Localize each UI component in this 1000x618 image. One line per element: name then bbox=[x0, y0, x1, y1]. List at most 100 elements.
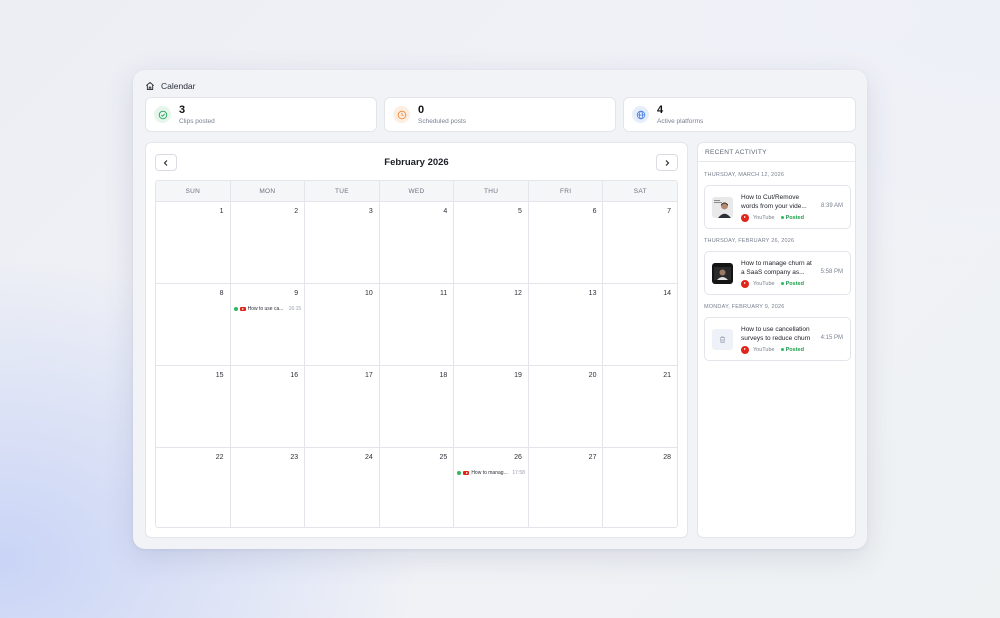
weekday-header: SUN MON TUE WED THU FRI SAT bbox=[156, 181, 677, 202]
calendar-day[interactable]: 4 bbox=[380, 202, 455, 283]
event-time: 16:15 bbox=[288, 306, 302, 312]
weekday-label: MON bbox=[231, 181, 306, 201]
day-number: 24 bbox=[364, 454, 373, 461]
prev-month-button[interactable] bbox=[155, 154, 177, 171]
calendar-window: Calendar 3 Clips posted 0 Scheduled post… bbox=[133, 70, 867, 549]
calendar-day[interactable]: 2 bbox=[231, 202, 306, 283]
calendar-day[interactable]: 17 bbox=[305, 366, 380, 447]
calendar-day[interactable]: 1 bbox=[156, 202, 231, 283]
calendar-day[interactable]: 15 bbox=[156, 366, 231, 447]
calendar-week: 1 2 3 4 5 6 7 bbox=[156, 202, 677, 284]
activity-date: THURSDAY, FEBRUARY 26, 2026 bbox=[704, 238, 795, 244]
breadcrumb: Calendar bbox=[145, 81, 196, 91]
stat-value: 3 bbox=[179, 104, 186, 116]
calendar-event[interactable]: How to manag... 17:58 bbox=[457, 470, 525, 476]
day-number: 13 bbox=[588, 290, 597, 297]
recent-activity-title: RECENT ACTIVITY bbox=[698, 143, 855, 162]
day-number: 17 bbox=[364, 372, 373, 379]
day-number: 16 bbox=[290, 372, 299, 379]
chevron-right-icon bbox=[665, 159, 670, 166]
status-dot bbox=[233, 307, 238, 311]
activity-title: How to Cut/Remove words from your vide..… bbox=[741, 193, 807, 210]
stat-clips-posted: 3 Clips posted bbox=[145, 97, 377, 132]
calendar-day[interactable]: 16 bbox=[231, 366, 306, 447]
calendar-day[interactable]: 25 bbox=[380, 448, 455, 527]
day-number: 19 bbox=[514, 372, 522, 379]
youtube-icon bbox=[239, 306, 246, 312]
stat-value: 0 bbox=[418, 104, 425, 116]
calendar-day[interactable]: 7 bbox=[603, 202, 677, 283]
activity-date: MONDAY, FEBRUARY 9, 2026 bbox=[704, 304, 785, 310]
calendar-day[interactable]: 5 bbox=[454, 202, 529, 283]
day-number: 9 bbox=[294, 290, 299, 297]
activity-item[interactable]: How to Cut/Remove words from your vide..… bbox=[704, 185, 851, 229]
weekday-label: WED bbox=[380, 181, 455, 201]
day-number: 23 bbox=[290, 454, 299, 461]
calendar-day[interactable]: 9 How to use ca... 16:15 bbox=[231, 284, 306, 365]
day-number: 25 bbox=[439, 454, 448, 461]
youtube-icon bbox=[741, 279, 749, 288]
calendar-day[interactable]: 18 bbox=[380, 366, 455, 447]
breadcrumb-label[interactable]: Calendar bbox=[161, 81, 196, 91]
stat-label: Scheduled posts bbox=[418, 118, 467, 125]
calendar-day[interactable]: 11 bbox=[380, 284, 455, 365]
stat-scheduled-posts: 0 Scheduled posts bbox=[384, 97, 616, 132]
check-circle-icon bbox=[154, 106, 171, 123]
activity-time: 8:39 AM bbox=[820, 203, 843, 209]
platform-name: YouTube bbox=[753, 214, 775, 221]
trash-icon bbox=[712, 328, 733, 350]
clock-icon bbox=[393, 106, 410, 123]
weekday-label: SUN bbox=[156, 181, 231, 201]
calendar-week: 22 23 24 25 26 How to manag... 17:58 27 … bbox=[156, 448, 677, 527]
status-badge: Posted bbox=[781, 281, 804, 287]
activity-group: THURSDAY, MARCH 12, 2026 How to Cut/Remo… bbox=[704, 172, 851, 229]
status-dot bbox=[457, 471, 462, 475]
stat-active-platforms: 4 Active platforms bbox=[623, 97, 856, 132]
day-number: 3 bbox=[368, 208, 373, 215]
platform-name: YouTube bbox=[753, 280, 775, 287]
calendar-day[interactable]: 3 bbox=[305, 202, 380, 283]
activity-group: THURSDAY, FEBRUARY 26, 2026 How to manag… bbox=[704, 238, 851, 295]
day-number: 21 bbox=[663, 372, 672, 379]
home-icon bbox=[145, 82, 155, 91]
calendar-day[interactable]: 28 bbox=[603, 448, 677, 527]
calendar-day[interactable]: 8 bbox=[156, 284, 231, 365]
event-title: How to use ca... bbox=[247, 306, 284, 312]
stat-value: 4 bbox=[657, 104, 664, 116]
day-number: 18 bbox=[439, 372, 448, 379]
calendar-event[interactable]: How to use ca... 16:15 bbox=[233, 306, 302, 312]
calendar-day[interactable]: 23 bbox=[231, 448, 306, 527]
calendar-day[interactable]: 24 bbox=[305, 448, 380, 527]
calendar-day[interactable]: 26 How to manag... 17:58 bbox=[454, 448, 529, 527]
recent-activity-panel: RECENT ACTIVITY THURSDAY, MARCH 12, 2026… bbox=[697, 142, 856, 538]
calendar-week: 15 16 17 18 19 20 21 bbox=[156, 366, 677, 448]
calendar-day[interactable]: 12 bbox=[454, 284, 529, 365]
calendar-day[interactable]: 19 bbox=[454, 366, 529, 447]
calendar-day[interactable]: 10 bbox=[305, 284, 380, 365]
calendar-day[interactable]: 14 bbox=[603, 284, 677, 365]
calendar-day[interactable]: 6 bbox=[529, 202, 604, 283]
calendar-day[interactable]: 21 bbox=[603, 366, 677, 447]
activity-date: THURSDAY, MARCH 12, 2026 bbox=[704, 172, 785, 178]
activity-title: How to manage churn at a SaaS company as… bbox=[741, 259, 812, 276]
next-month-button[interactable] bbox=[656, 154, 678, 171]
calendar-day[interactable]: 13 bbox=[529, 284, 604, 365]
weekday-label: SAT bbox=[633, 187, 647, 195]
day-number: 15 bbox=[215, 372, 224, 379]
weekday-label: FRI bbox=[529, 181, 604, 201]
event-time: 17:58 bbox=[512, 470, 525, 476]
youtube-icon bbox=[741, 345, 749, 354]
calendar-day[interactable]: 20 bbox=[529, 366, 604, 447]
calendar-week: 8 9 How to use ca... 16:15 10 11 12 13 1… bbox=[156, 284, 677, 366]
calendar-day[interactable]: 27 bbox=[529, 448, 604, 527]
day-number: 7 bbox=[667, 208, 672, 215]
day-number: 10 bbox=[364, 290, 373, 297]
activity-item[interactable]: How to manage churn at a SaaS company as… bbox=[704, 251, 851, 295]
platform-name: YouTube bbox=[753, 346, 775, 353]
status-badge: Posted bbox=[781, 215, 804, 221]
calendar-day[interactable]: 22 bbox=[156, 448, 231, 527]
activity-item[interactable]: How to use cancellation surveys to reduc… bbox=[704, 317, 851, 361]
calendar-grid: SUN MON TUE WED THU FRI SAT 1 2 3 4 5 6 … bbox=[155, 180, 678, 528]
stat-label: Active platforms bbox=[657, 118, 704, 125]
stat-label: Clips posted bbox=[179, 118, 215, 125]
